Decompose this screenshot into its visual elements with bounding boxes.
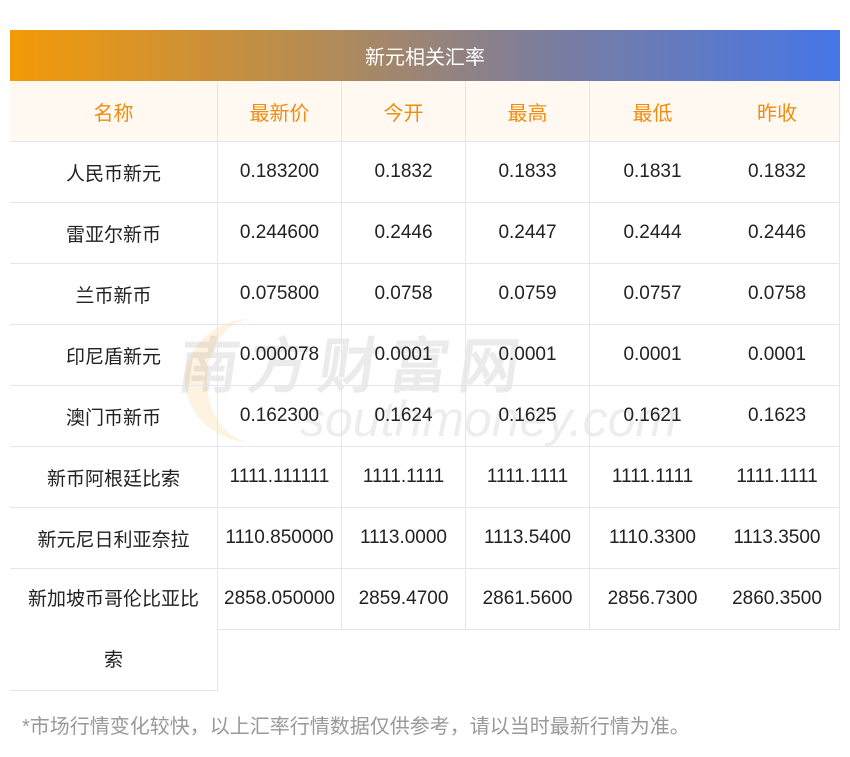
cell-prev: 0.1623 xyxy=(715,386,840,447)
cell-low: 0.1831 xyxy=(590,142,715,203)
cell-high: 0.1833 xyxy=(466,142,590,203)
cell-low: 0.2444 xyxy=(590,203,715,264)
cell-low: 1111.1111 xyxy=(590,447,715,508)
cell-prev: 0.2446 xyxy=(715,203,840,264)
cell-prev: 0.1832 xyxy=(715,142,840,203)
cell-low: 0.1621 xyxy=(590,386,715,447)
cell-high: 0.0001 xyxy=(466,325,590,386)
cell-latest: 0.244600 xyxy=(218,203,342,264)
cell-prev: 1111.1111 xyxy=(715,447,840,508)
cell-open: 0.1624 xyxy=(342,386,466,447)
header-prev: 昨收 xyxy=(715,81,840,142)
cell-name: 澳门币新币 xyxy=(10,386,218,447)
cell-high: 1113.5400 xyxy=(466,508,590,569)
cell-open: 1111.1111 xyxy=(342,447,466,508)
rates-table: 名称 最新价 今开 最高 最低 昨收 人民币新元 0.183200 0.1832 0.1833 0.… xyxy=(10,81,840,691)
header-name: 名称 xyxy=(10,81,218,142)
cell-name: 新元尼日利亚奈拉 xyxy=(10,508,218,569)
cell-open: 0.0758 xyxy=(342,264,466,325)
cell-latest: 1110.850000 xyxy=(218,508,342,569)
cell-latest: 0.000078 xyxy=(218,325,342,386)
cell-open: 1113.0000 xyxy=(342,508,466,569)
table-title: 新元相关汇率 xyxy=(10,30,840,81)
header-latest: 最新价 xyxy=(218,81,342,142)
cell-name-line: 索 xyxy=(103,650,123,671)
cell-low: 0.0001 xyxy=(590,325,715,386)
cell-prev: 1113.3500 xyxy=(715,508,840,569)
cell-name: 雷亚尔新币 xyxy=(10,203,218,264)
cell-open: 2859.4700 xyxy=(342,569,466,630)
cell-latest: 1111.111111 xyxy=(218,447,342,508)
cell-high: 0.2447 xyxy=(466,203,590,264)
cell-latest: 0.183200 xyxy=(218,142,342,203)
cell-name: 兰币新币 xyxy=(10,264,218,325)
cell-high: 1111.1111 xyxy=(466,447,590,508)
cell-high: 0.1625 xyxy=(466,386,590,447)
cell-prev: 2860.3500 xyxy=(715,569,840,630)
cell-name: 新加坡币哥伦比亚比索 xyxy=(10,569,218,691)
cell-latest: 0.075800 xyxy=(218,264,342,325)
cell-open: 0.2446 xyxy=(342,203,466,264)
cell-low: 2856.7300 xyxy=(590,569,715,630)
cell-low: 0.0757 xyxy=(590,264,715,325)
cell-name: 新币阿根廷比索 xyxy=(10,447,218,508)
disclaimer-note: *市场行情变化较快，以上汇率行情数据仅供参考，请以当时最新行情为准。 xyxy=(22,716,690,738)
header-low: 最低 xyxy=(590,81,715,142)
cell-high: 2861.5600 xyxy=(466,569,590,630)
cell-prev: 0.0758 xyxy=(715,264,840,325)
cell-latest: 0.162300 xyxy=(218,386,342,447)
cell-low: 1110.3300 xyxy=(590,508,715,569)
header-high: 最高 xyxy=(466,81,590,142)
cell-name: 印尼盾新元 xyxy=(10,325,218,386)
cell-latest: 2858.050000 xyxy=(218,569,342,630)
cell-open: 0.0001 xyxy=(342,325,466,386)
cell-name-line: 新加坡币哥伦比亚比 xyxy=(27,589,199,610)
cell-high: 0.0759 xyxy=(466,264,590,325)
header-open: 今开 xyxy=(342,81,466,142)
cell-name: 人民币新元 xyxy=(10,142,218,203)
cell-prev: 0.0001 xyxy=(715,325,840,386)
cell-open: 0.1832 xyxy=(342,142,466,203)
